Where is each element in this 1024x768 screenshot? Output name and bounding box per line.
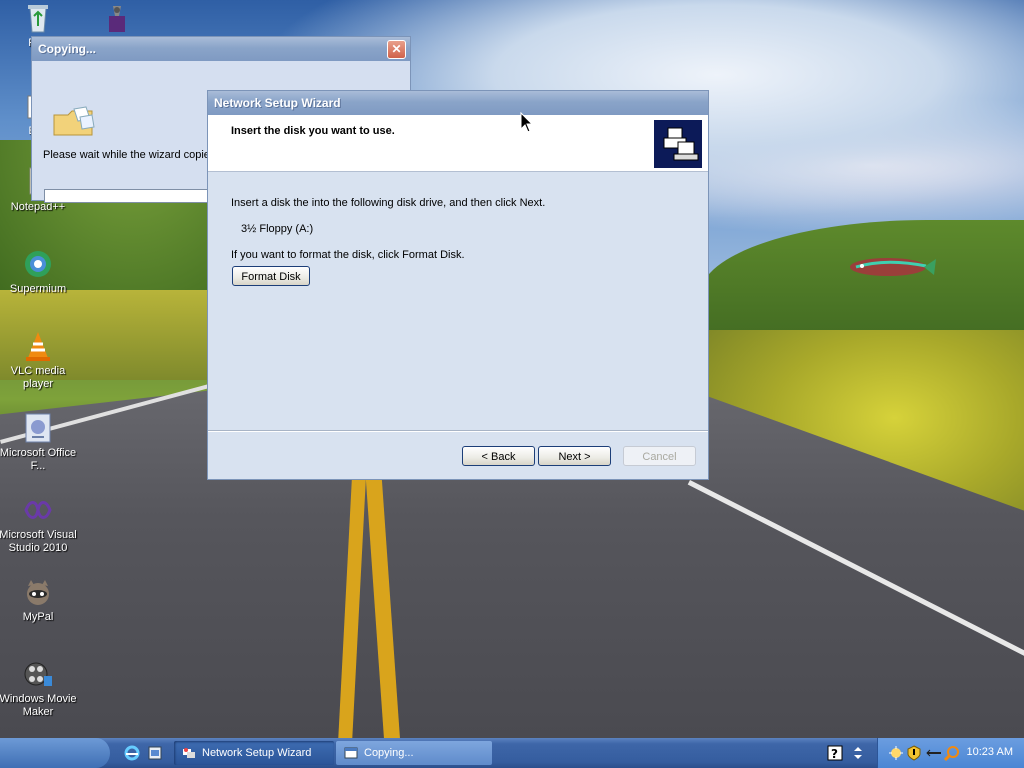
- taskbar-button-network-setup-wizard[interactable]: Network Setup Wizard: [174, 741, 334, 765]
- system-tray: 10:23 AM: [877, 738, 1024, 768]
- supermium-browser-icon: [22, 248, 54, 280]
- recycle-bin-icon: [22, 2, 54, 34]
- taskbar-button-label: Network Setup Wizard: [202, 747, 312, 759]
- desktop-icon-visual-studio[interactable]: Microsoft Visual Studio 2010: [0, 494, 78, 555]
- cancel-button: Cancel: [623, 446, 696, 466]
- window-icon: [344, 747, 358, 759]
- next-button[interactable]: Next >: [538, 446, 611, 466]
- office-file-icon: [22, 412, 54, 444]
- wizard-heading: Insert the disk you want to use.: [231, 125, 395, 137]
- desktop-icon-scan[interactable]: [75, 2, 155, 37]
- svg-text:?: ?: [831, 747, 838, 761]
- show-desktop-icon[interactable]: [147, 745, 163, 761]
- wizard-header: Insert the disk you want to use.: [208, 115, 708, 172]
- desktop-icon-label: Windows Movie Maker: [0, 693, 77, 718]
- mypal-raccoon-icon: [22, 576, 54, 608]
- wizard-content: Insert a disk the into the following dis…: [208, 172, 708, 422]
- format-disk-button[interactable]: Format Disk: [232, 266, 310, 286]
- close-icon[interactable]: ✕: [387, 40, 406, 59]
- wizard-separator: [208, 430, 708, 432]
- desktop-icon-supermium[interactable]: Supermium: [0, 248, 78, 296]
- taskbar-button-copying[interactable]: Copying...: [336, 741, 492, 765]
- network-wizard-icon: [183, 748, 195, 758]
- vlc-cone-icon: [22, 330, 54, 362]
- mouse-pointer-icon: [520, 112, 534, 133]
- movie-maker-icon: [22, 658, 54, 690]
- taskbar: Network Setup Wizard Copying... ? 10:23 …: [0, 738, 1024, 768]
- desktop-icon-label: Supermium: [9, 283, 67, 295]
- window-title: Network Setup Wizard: [214, 96, 341, 110]
- desktop-icon-label: VLC media player: [10, 365, 66, 390]
- fish-desktop-pet-icon[interactable]: [846, 254, 936, 280]
- clock[interactable]: 10:23 AM: [967, 746, 1013, 758]
- network-setup-wizard-window: Network Setup Wizard Insert the disk you…: [207, 90, 709, 480]
- copying-message: Please wait while the wizard copie: [43, 149, 210, 161]
- desktop-icon-mypal[interactable]: MyPal: [0, 576, 78, 624]
- copying-title-bar[interactable]: Copying... ✕: [32, 37, 410, 61]
- desktop-icon-label: Microsoft Visual Studio 2010: [0, 529, 77, 554]
- wizard-instruction: Insert a disk the into the following dis…: [231, 197, 546, 209]
- taskbar-button-label: Copying...: [364, 747, 414, 759]
- start-button[interactable]: [0, 738, 110, 768]
- network-computers-icon: [654, 120, 702, 168]
- display-settings-icon[interactable]: [888, 745, 904, 761]
- window-title: Copying...: [38, 42, 96, 56]
- internet-explorer-icon[interactable]: [124, 745, 140, 761]
- desktop-icon-label: MyPal: [22, 611, 54, 623]
- visual-studio-icon: [22, 494, 54, 526]
- wizard-title-bar[interactable]: Network Setup Wizard: [208, 91, 708, 115]
- desktop-icon-office-file[interactable]: Microsoft Office F...: [0, 412, 78, 473]
- scanner-app-icon: [99, 2, 131, 34]
- help-icon[interactable]: ?: [827, 745, 843, 761]
- desktop-icon-vlc[interactable]: VLC media player: [0, 330, 78, 391]
- search-icon[interactable]: [944, 745, 960, 761]
- network-connection-icon[interactable]: [926, 745, 942, 761]
- security-shield-icon[interactable]: [906, 745, 922, 761]
- scroll-arrows-icon[interactable]: [850, 745, 866, 761]
- wizard-format-prompt: If you want to format the disk, click Fo…: [231, 249, 465, 261]
- back-button[interactable]: < Back: [462, 446, 535, 466]
- wizard-drive-name: 3½ Floppy (A:): [241, 223, 314, 235]
- folder-copy-icon: [53, 106, 95, 136]
- desktop-icon-label: Microsoft Office F...: [0, 447, 77, 472]
- desktop-icon-movie-maker[interactable]: Windows Movie Maker: [0, 658, 78, 719]
